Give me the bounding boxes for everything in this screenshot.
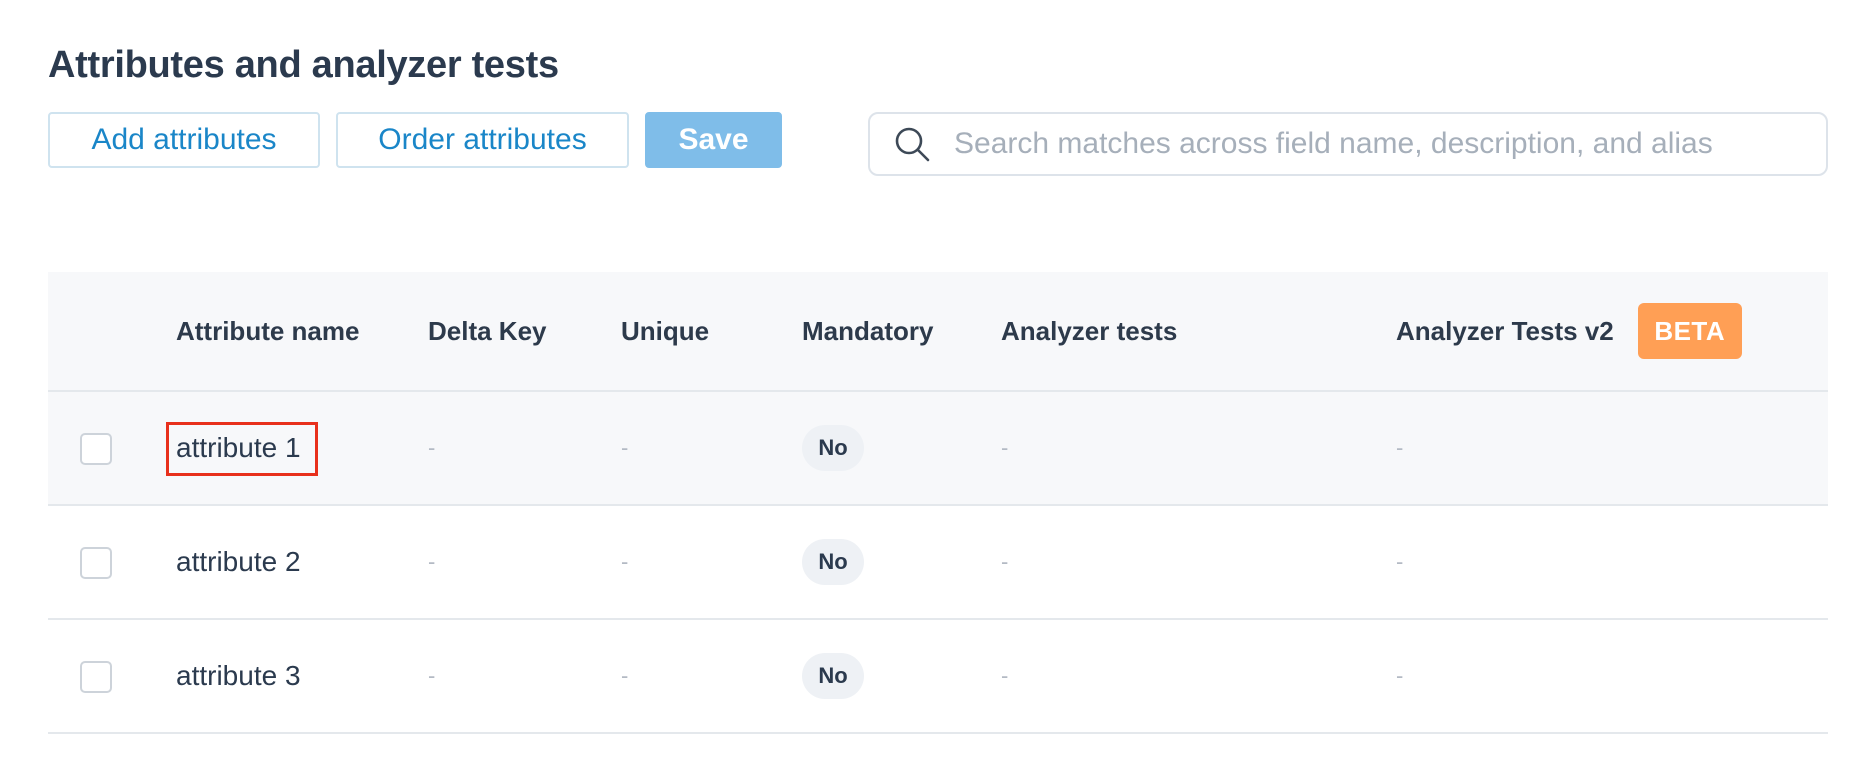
row-checkbox[interactable] [80,661,112,693]
page-title: Attributes and analyzer tests [48,44,559,86]
delta-key-cell: - [428,549,436,574]
table-row[interactable]: attribute 2 - - No - - [48,506,1828,620]
table-row[interactable]: attribute 3 - - No - - [48,620,1828,734]
mandatory-badge: No [802,539,864,585]
table-header: Attribute name Delta Key Unique Mandator… [48,272,1828,392]
mandatory-cell: No [802,506,864,618]
analyzer-tests-cell: - [1001,663,1009,688]
header-analyzer-tests: Analyzer tests [1001,315,1178,346]
attribute-name-cell[interactable]: attribute 1 [166,392,318,504]
search-input[interactable] [954,127,1826,161]
header-mandatory: Mandatory [802,315,934,346]
mandatory-cell: No [802,620,864,732]
analyzer-tests-cell: - [1001,435,1009,460]
attributes-table: Attribute name Delta Key Unique Mandator… [48,272,1828,734]
unique-cell: - [621,663,629,688]
analyzer-tests-cell: - [1001,549,1009,574]
header-attribute-name: Attribute name [176,315,360,346]
analyzer-tests-v2-cell: - [1396,435,1404,460]
mandatory-cell: No [802,392,864,504]
header-analyzer-tests-v2-label: Analyzer Tests v2 [1396,315,1614,346]
mandatory-badge: No [802,425,864,471]
header-delta-key: Delta Key [428,315,547,346]
row-checkbox[interactable] [80,433,112,465]
save-button[interactable]: Save [645,112,782,168]
unique-cell: - [621,549,629,574]
delta-key-cell: - [428,663,436,688]
analyzer-tests-v2-cell: - [1396,549,1404,574]
header-unique: Unique [621,315,710,346]
beta-badge: BETA [1637,303,1742,359]
header-analyzer-tests-v2: Analyzer Tests v2 BETA [1396,272,1742,390]
attribute-name[interactable]: attribute 2 [176,506,301,618]
row-checkbox[interactable] [80,547,112,579]
search-icon [895,127,930,162]
table-row[interactable]: attribute 1 - - No - - [48,392,1828,506]
delta-key-cell: - [428,435,436,460]
add-attributes-button[interactable]: Add attributes [48,112,320,168]
mandatory-badge: No [802,653,864,699]
analyzer-tests-v2-cell: - [1396,663,1404,688]
search-box[interactable] [868,112,1828,176]
unique-cell: - [621,435,629,460]
attribute-name[interactable]: attribute 1 [176,432,301,464]
attribute-name[interactable]: attribute 3 [176,620,301,732]
order-attributes-button[interactable]: Order attributes [336,112,629,168]
